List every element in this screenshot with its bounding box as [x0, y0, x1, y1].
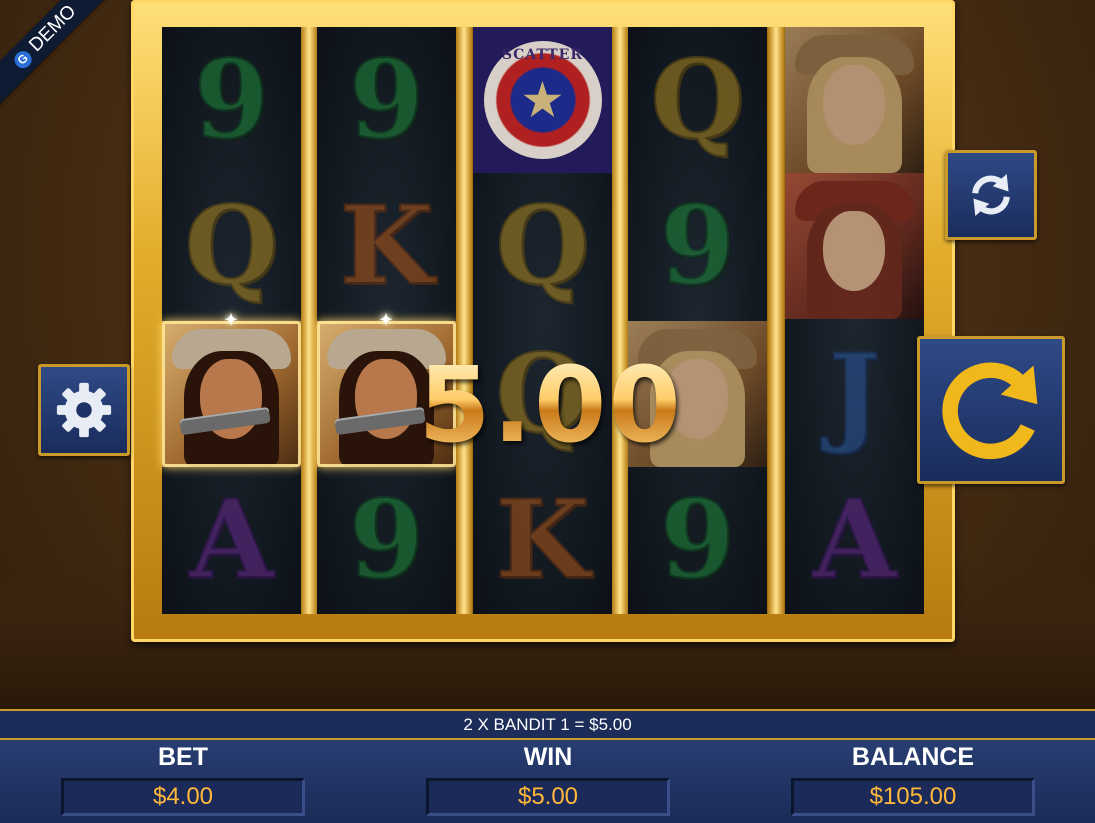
- win-amount-display: 5.00: [408, 344, 693, 466]
- symbol-nine: 9: [348, 476, 425, 604]
- symbol-queen: Q: [494, 182, 590, 310]
- symbol-scatter: SCATTER ★: [473, 27, 612, 173]
- autoplay-button[interactable]: [945, 150, 1037, 240]
- symbol-nine: 9: [659, 476, 736, 604]
- symbol-ace: A: [812, 476, 898, 604]
- balance-meter: BALANCE $105.00: [788, 740, 1038, 816]
- reel-divider: [456, 27, 472, 614]
- win-meter: WIN $5.00: [423, 740, 673, 816]
- win-message-bar: 2 X BANDIT 1 = $5.00: [0, 709, 1095, 740]
- bet-label: BET: [158, 743, 208, 771]
- bet-value: $4.00: [61, 778, 305, 816]
- symbol-redhead: [785, 173, 924, 319]
- reel-divider: [612, 27, 628, 614]
- symbol-queen: Q: [183, 182, 279, 310]
- demo-label: DEMO: [25, 0, 81, 57]
- bet-meter[interactable]: BET $4.00: [58, 740, 308, 816]
- win-highlight: [162, 321, 301, 467]
- refresh-arrows-icon: [972, 174, 1010, 216]
- demo-badge: G DEMO: [0, 0, 116, 108]
- provider-logo-icon: G: [10, 47, 35, 72]
- spin-button[interactable]: [917, 336, 1065, 484]
- reel-5: J A: [785, 27, 924, 614]
- win-label: WIN: [523, 743, 573, 771]
- symbol-jack: J: [828, 330, 881, 458]
- symbol-king: K: [339, 182, 435, 310]
- win-value: $5.00: [426, 778, 670, 816]
- circular-arrow-icon: [942, 362, 1038, 460]
- symbol-queen: Q: [649, 36, 745, 164]
- gear-icon: [56, 382, 112, 438]
- balance-value: $105.00: [791, 778, 1035, 816]
- balance-label: BALANCE: [851, 743, 975, 771]
- symbol-bandit: ✦: [162, 312, 301, 467]
- footer-bar: BET $4.00 WIN $5.00 BALANCE $105.00: [0, 740, 1095, 823]
- symbol-ace: A: [189, 476, 275, 604]
- settings-button[interactable]: [38, 364, 130, 456]
- reel-divider: [301, 27, 317, 614]
- reel-1: 9 Q ✦ A: [162, 27, 301, 614]
- symbol-nine: 9: [193, 36, 270, 164]
- reel-2: 9 K ✦ 9: [317, 27, 456, 614]
- symbol-king: K: [495, 476, 591, 604]
- sheriff-badge-icon: SCATTER ★: [483, 41, 602, 159]
- reel-divider: [768, 27, 784, 614]
- symbol-nine: 9: [659, 182, 736, 310]
- reel-3: SCATTER ★ Q Q K: [473, 27, 612, 614]
- symbol-blonde: [785, 27, 924, 173]
- reel-4: Q 9 9: [628, 27, 767, 614]
- symbol-nine: 9: [348, 36, 425, 164]
- win-message: 2 X BANDIT 1 = $5.00: [463, 714, 632, 734]
